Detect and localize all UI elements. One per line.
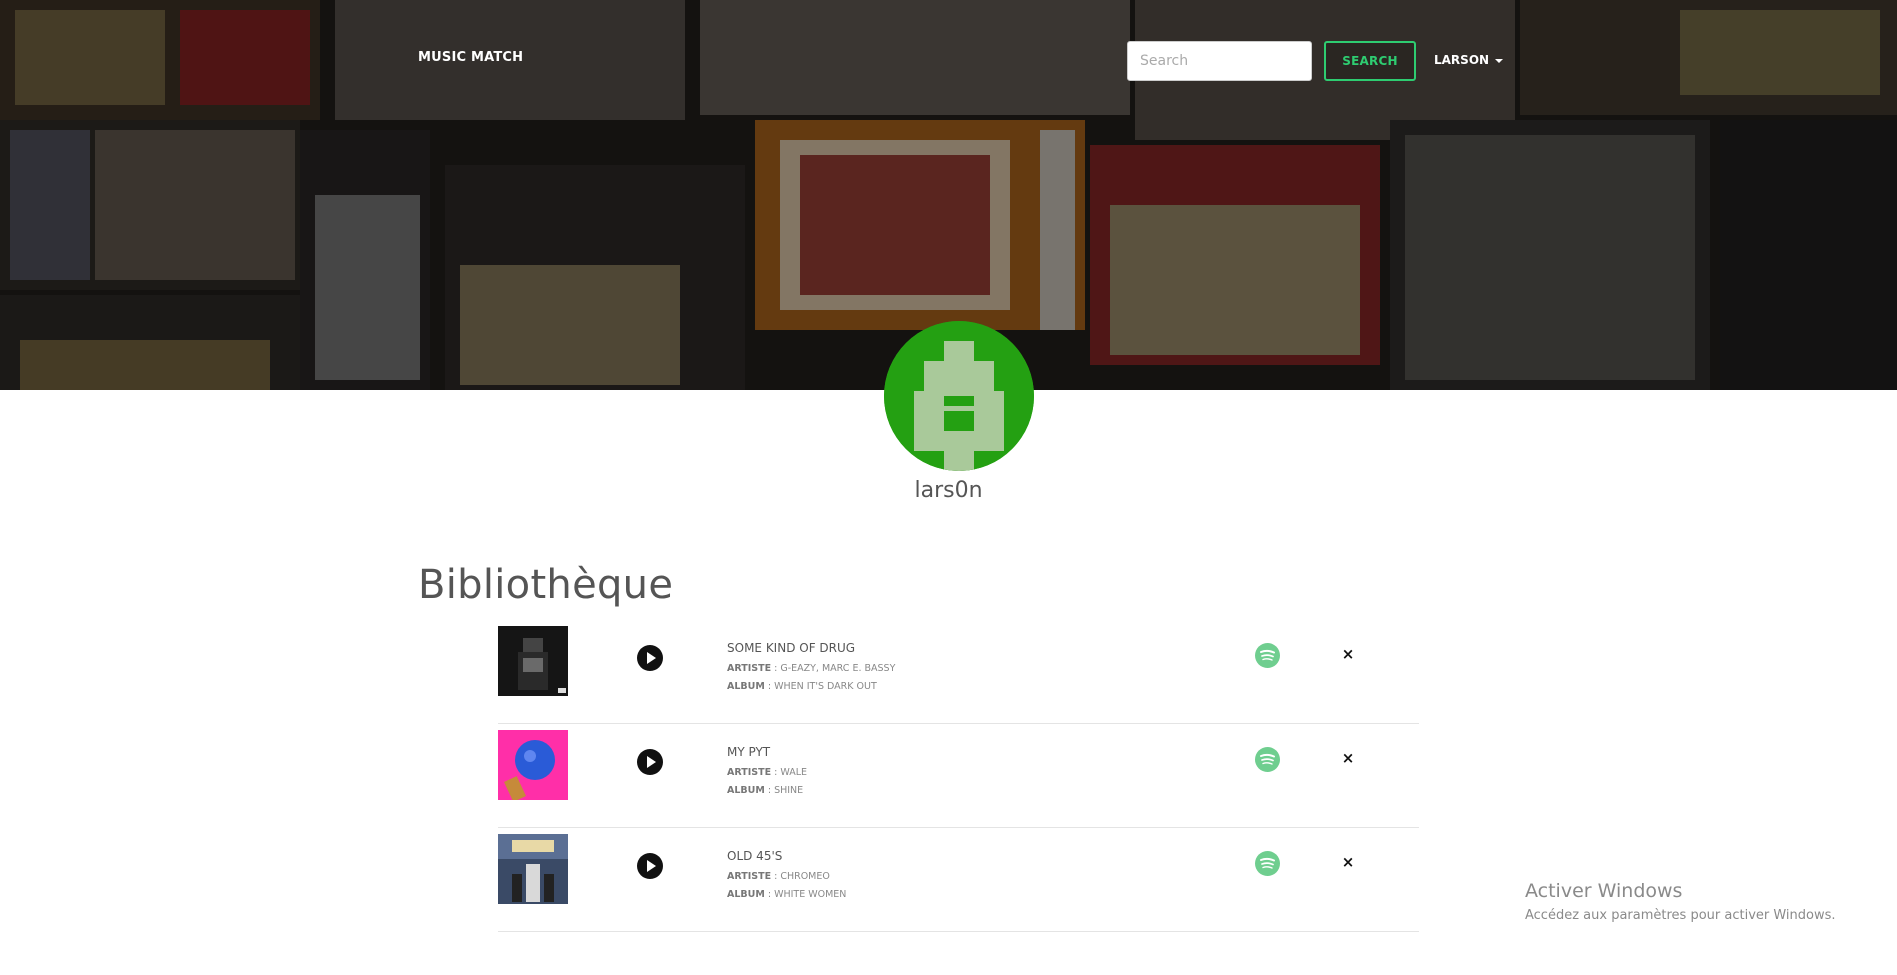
user-menu-dropdown[interactable]: LARSON (1434, 53, 1504, 67)
spotify-icon[interactable] (1255, 747, 1280, 772)
identicon-image (884, 321, 1034, 471)
track-row: MY PYT ARTISTE : WALE ALBUM : SHINE × (498, 724, 1419, 828)
play-button[interactable] (637, 853, 663, 879)
brand-logo-link[interactable]: MUSIC MATCH (418, 50, 523, 65)
track-info: OLD 45'S ARTISTE : CHROMEO ALBUM : WHITE… (727, 849, 846, 904)
album-value: WHEN IT'S DARK OUT (774, 681, 877, 692)
album-label: ALBUM (727, 785, 765, 796)
remove-track-button[interactable]: × (1339, 749, 1357, 767)
watermark-title: Activer Windows (1525, 880, 1683, 902)
album-value: WHITE WOMEN (774, 889, 847, 900)
caret-down-icon (1495, 59, 1504, 63)
track-title: MY PYT (727, 745, 771, 759)
track-album: ALBUM : WHITE WOMEN (727, 889, 847, 900)
track-artist: ARTISTE : G-EAZY, MARC E. BASSY (727, 663, 896, 674)
track-info: SOME KIND OF DRUG ARTISTE : G-EAZY, MARC… (727, 641, 895, 696)
album-cover-image (498, 834, 568, 904)
library-title: Bibliothèque (418, 562, 674, 608)
search-button[interactable]: SEARCH (1324, 41, 1416, 81)
album-label: ALBUM (727, 681, 765, 692)
user-menu-label: LARSON (1434, 53, 1490, 67)
artist-label: ARTISTE (727, 871, 772, 882)
track-title: SOME KIND OF DRUG (727, 641, 856, 655)
artist-value: WALE (780, 767, 807, 778)
avatar (884, 321, 1034, 471)
navbar: MUSIC MATCH SEARCH LARSON (0, 0, 1897, 120)
track-title: OLD 45'S (727, 849, 783, 863)
album-label: ALBUM (727, 889, 765, 900)
track-row: OLD 45'S ARTISTE : CHROMEO ALBUM : WHITE… (498, 828, 1419, 932)
track-artist: ARTISTE : CHROMEO (727, 871, 830, 882)
album-cover-image (498, 730, 568, 800)
artist-value: G-EAZY, MARC E. BASSY (780, 663, 896, 674)
track-list: SOME KIND OF DRUG ARTISTE : G-EAZY, MARC… (498, 620, 1419, 932)
track-artist: ARTISTE : WALE (727, 767, 807, 778)
remove-track-button[interactable]: × (1339, 645, 1357, 663)
spotify-icon[interactable] (1255, 643, 1280, 668)
track-album: ALBUM : SHINE (727, 785, 804, 796)
track-album: ALBUM : WHEN IT'S DARK OUT (727, 681, 877, 692)
album-cover-image (498, 626, 568, 696)
profile-username: lars0n (914, 478, 983, 503)
windows-activation-watermark: Activer Windows Accédez aux paramètres p… (1525, 880, 1836, 923)
track-info: MY PYT ARTISTE : WALE ALBUM : SHINE (727, 745, 807, 800)
artist-value: CHROMEO (780, 871, 830, 882)
track-row: SOME KIND OF DRUG ARTISTE : G-EAZY, MARC… (498, 620, 1419, 724)
album-value: SHINE (774, 785, 804, 796)
play-button[interactable] (637, 749, 663, 775)
artist-label: ARTISTE (727, 663, 772, 674)
spotify-icon[interactable] (1255, 851, 1280, 876)
artist-label: ARTISTE (727, 767, 772, 778)
play-button[interactable] (637, 645, 663, 671)
search-input[interactable] (1127, 41, 1312, 81)
remove-track-button[interactable]: × (1339, 853, 1357, 871)
watermark-subtitle: Accédez aux paramètres pour activer Wind… (1525, 908, 1836, 923)
